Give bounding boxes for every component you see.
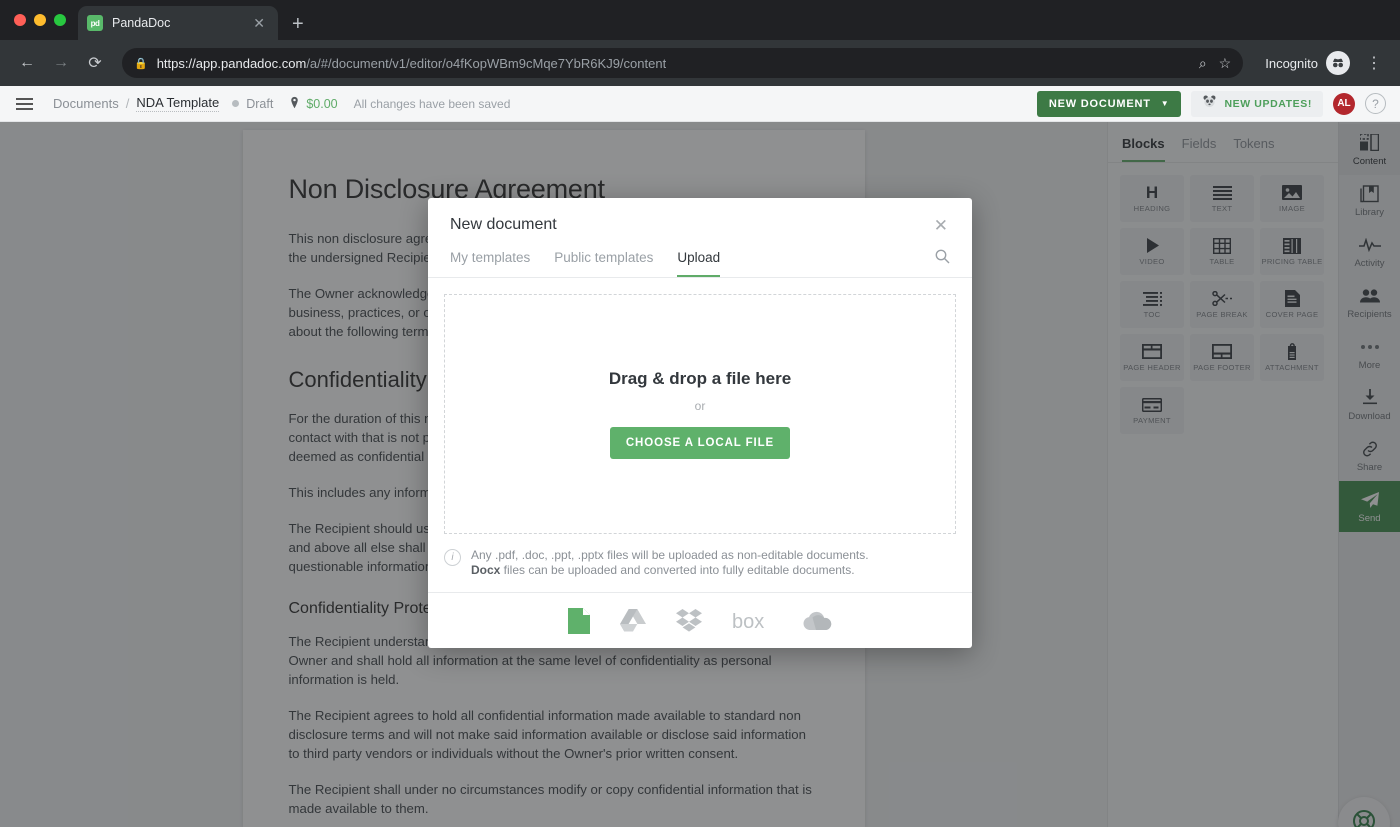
svg-text:box: box	[732, 611, 764, 632]
pandadoc-favicon-icon: pd	[87, 15, 103, 31]
avatar[interactable]: AL	[1333, 93, 1355, 115]
search-icon[interactable]	[935, 249, 950, 277]
app-header: Documents / NDA Template Draft $0.00 All…	[0, 86, 1400, 122]
kebab-menu-icon[interactable]: ⋮	[1360, 53, 1388, 73]
new-tab-button[interactable]: +	[292, 14, 304, 34]
file-dropzone[interactable]: Drag & drop a file here or CHOOSE A LOCA…	[444, 294, 956, 534]
local-file-icon[interactable]	[568, 608, 590, 634]
dropzone-wrapper: Drag & drop a file here or CHOOSE A LOCA…	[428, 278, 972, 534]
window-traffic-lights	[10, 0, 78, 40]
chevron-down-icon: ▼	[1161, 99, 1170, 108]
close-tab-icon[interactable]: ✕	[249, 14, 269, 32]
cloud-sources-row: box	[428, 592, 972, 648]
tab-upload[interactable]: Upload	[677, 250, 720, 277]
tab-my-templates[interactable]: My templates	[450, 250, 530, 277]
close-icon[interactable]: ✕	[932, 216, 950, 235]
document-price: $0.00	[288, 96, 337, 112]
modal-title: New document	[450, 216, 557, 234]
document-name-field[interactable]: NDA Template	[136, 95, 219, 112]
url-domain: https://app.pandadoc.com	[157, 56, 307, 71]
breadcrumb-separator: /	[126, 96, 130, 111]
status-badge: Draft	[246, 97, 273, 111]
incognito-label: Incognito	[1265, 56, 1318, 71]
incognito-indicator[interactable]: Incognito	[1255, 51, 1356, 75]
minimize-window-button[interactable]	[34, 14, 46, 26]
breadcrumb-documents[interactable]: Documents	[53, 96, 119, 111]
modal-header: New document ✕	[428, 198, 972, 235]
back-arrow-icon[interactable]: ←	[12, 48, 42, 78]
dropbox-icon[interactable]	[676, 609, 702, 632]
star-icon[interactable]: ☆	[1219, 55, 1232, 72]
browser-tab-title: PandaDoc	[112, 16, 240, 30]
dropzone-or-label: or	[695, 399, 706, 413]
price-value: $0.00	[306, 97, 337, 111]
breadcrumb: Documents / NDA Template Draft $0.00 All…	[53, 95, 510, 112]
dropzone-title: Drag & drop a file here	[609, 369, 791, 389]
upload-note-line2: files can be uploaded and converted into…	[500, 563, 854, 577]
incognito-icon	[1326, 51, 1350, 75]
address-bar[interactable]: 🔒 https://app.pandadoc.com/a/#/document/…	[122, 48, 1243, 78]
choose-local-file-button[interactable]: CHOOSE A LOCAL FILE	[610, 427, 790, 459]
forward-arrow-icon[interactable]: →	[46, 48, 76, 78]
new-document-button[interactable]: NEW DOCUMENT ▼	[1037, 91, 1182, 117]
app-header-actions: NEW DOCUMENT ▼ NEW UPDATES! AL ?	[1037, 91, 1390, 117]
upload-note: i Any .pdf, .doc, .ppt, .pptx files will…	[428, 534, 972, 592]
panda-icon	[1202, 94, 1217, 114]
address-bar-url: https://app.pandadoc.com/a/#/document/v1…	[157, 56, 666, 71]
close-window-button[interactable]	[14, 14, 26, 26]
help-icon[interactable]: ?	[1365, 93, 1386, 114]
new-document-modal: New document ✕ My templates Public templ…	[428, 198, 972, 648]
box-icon[interactable]: box	[732, 610, 772, 632]
browser-tab-strip: pd PandaDoc ✕ +	[0, 0, 1400, 40]
lock-icon: 🔒	[134, 57, 148, 70]
price-tag-icon	[288, 96, 301, 112]
reload-icon[interactable]: ⟳	[80, 48, 110, 78]
browser-window: pd PandaDoc ✕ + ← → ⟳ 🔒 https://app.pand…	[0, 0, 1400, 827]
maximize-window-button[interactable]	[54, 14, 66, 26]
new-document-label: NEW DOCUMENT	[1049, 98, 1151, 110]
onedrive-cloud-icon[interactable]	[802, 611, 832, 631]
info-icon: i	[444, 549, 461, 566]
new-updates-button[interactable]: NEW UPDATES!	[1191, 91, 1323, 117]
autosave-status: All changes have been saved	[354, 97, 511, 111]
google-drive-icon[interactable]	[620, 609, 646, 632]
status-dot-icon	[232, 100, 239, 107]
url-path: /a/#/document/v1/editor/o4fKopWBm9cMqe7Y…	[306, 56, 666, 71]
tab-public-templates[interactable]: Public templates	[554, 250, 653, 277]
hamburger-icon[interactable]	[10, 92, 43, 116]
pandadoc-app: Documents / NDA Template Draft $0.00 All…	[0, 86, 1400, 827]
modal-tabs: My templates Public templates Upload	[428, 235, 972, 278]
browser-toolbar: ← → ⟳ 🔒 https://app.pandadoc.com/a/#/doc…	[0, 40, 1400, 86]
upload-note-line1: Any .pdf, .doc, .ppt, .pptx files will b…	[471, 548, 869, 562]
upload-note-text: Any .pdf, .doc, .ppt, .pptx files will b…	[471, 548, 869, 578]
upload-note-docx: Docx	[471, 563, 500, 577]
zoom-out-icon[interactable]: ⌕	[1199, 55, 1207, 72]
browser-tab[interactable]: pd PandaDoc ✕	[78, 6, 278, 40]
new-updates-label: NEW UPDATES!	[1224, 98, 1312, 110]
